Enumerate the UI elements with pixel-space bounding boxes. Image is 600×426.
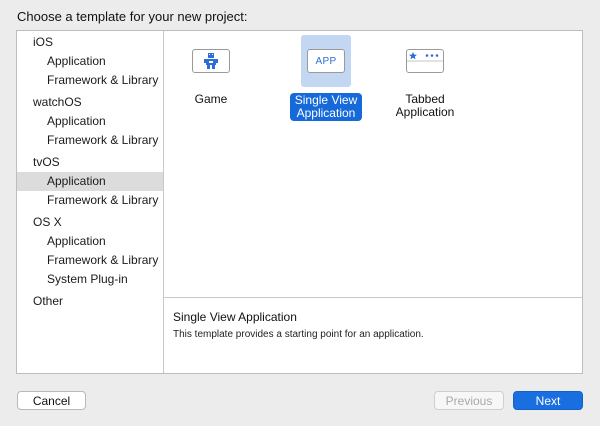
- sidebar-item-osx-application[interactable]: Application: [17, 232, 163, 251]
- sidebar-group-other[interactable]: Other: [17, 291, 163, 311]
- template-single-view-label-line2: Application: [296, 106, 356, 120]
- tab-bar-icon: [406, 49, 444, 73]
- template-tabbed-label: Tabbed Application: [392, 93, 459, 119]
- sidebar-item-osx-framework-library[interactable]: Framework & Library: [17, 251, 163, 270]
- sidebar-group-osx: OS X: [33, 215, 62, 229]
- sidebar-group-ios: iOS: [33, 35, 54, 49]
- sidebar-item-tvos-application[interactable]: Application: [17, 172, 163, 191]
- dialog-title: Choose a template for your new project:: [17, 9, 248, 24]
- template-chooser-panel: iOS Application Framework & Library watc…: [16, 30, 583, 374]
- detail-title: Single View Application: [173, 310, 297, 324]
- sidebar-item-watchos-application[interactable]: Application: [17, 112, 163, 131]
- sidebar-item-watchos-framework-library[interactable]: Framework & Library: [17, 131, 163, 150]
- cancel-button[interactable]: Cancel: [17, 391, 86, 410]
- sidebar-item-osx-system-plugin[interactable]: System Plug-in: [17, 270, 163, 289]
- template-grid: Game APP Single View Application Tabbed …: [164, 31, 582, 297]
- sidebar-group-watchos: watchOS: [33, 95, 82, 109]
- next-button[interactable]: Next: [513, 391, 583, 410]
- sidebar-item-tvos-framework-library[interactable]: Framework & Library: [17, 191, 163, 210]
- sidebar-group-tvos: tvOS: [33, 155, 60, 169]
- platform-sidebar: iOS Application Framework & Library watc…: [17, 31, 164, 373]
- template-tabbed-label-line1: Tabbed: [405, 92, 445, 106]
- previous-button[interactable]: Previous: [434, 391, 504, 410]
- template-game-label: Game: [194, 92, 228, 106]
- template-single-view-label-line1: Single View: [294, 93, 358, 107]
- template-tabbed-application[interactable]: Tabbed Application: [380, 35, 470, 119]
- detail-description: This template provides a starting point …: [173, 329, 424, 340]
- template-tabbed-label-line2: Application: [395, 105, 455, 119]
- app-icon: APP: [307, 49, 345, 73]
- template-single-view-icon-wrap: APP: [301, 35, 351, 87]
- sidebar-item-ios-application[interactable]: Application: [17, 52, 163, 71]
- template-game[interactable]: Game: [166, 35, 256, 106]
- template-single-view-application[interactable]: APP Single View Application: [281, 35, 371, 121]
- sidebar-item-ios-framework-library[interactable]: Framework & Library: [17, 71, 163, 90]
- template-game-icon-wrap: [186, 35, 236, 87]
- template-detail-pane: Single View Application This template pr…: [164, 297, 582, 373]
- template-tabbed-icon-wrap: [400, 35, 450, 87]
- template-single-view-label: Single View Application: [289, 93, 363, 121]
- app-icon-text: APP: [315, 55, 337, 67]
- game-robot-icon: [192, 49, 230, 73]
